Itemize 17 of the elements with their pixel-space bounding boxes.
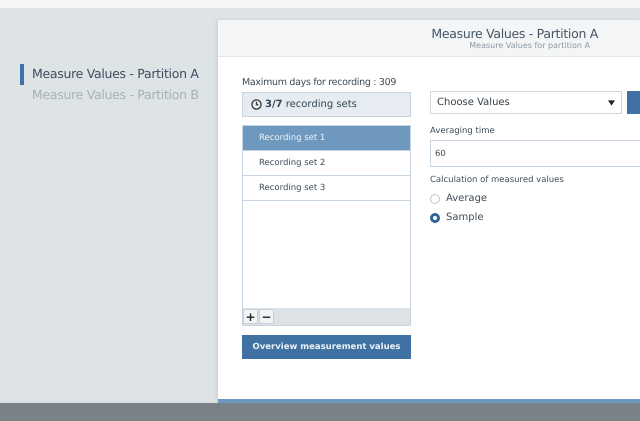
field-label: Calculation of measured values [430, 175, 565, 187]
field-label: Averaging time [430, 126, 496, 138]
summary-text: 3/7 recording sets [265, 99, 357, 110]
list-item[interactable]: Recording set 2 [243, 151, 410, 176]
panel-subtitle: Measure Values for partition A [468, 41, 590, 50]
max-days-label: Maximum days for recording : 309 [242, 77, 398, 90]
list-toolbar-button[interactable]: − [259, 309, 274, 324]
averaging-time-field[interactable]: 60 [430, 140, 640, 167]
list-toolbar-button[interactable]: + [243, 309, 258, 324]
list-item[interactable]: Recording set 3 [243, 176, 410, 201]
radio-option[interactable]: Sample [430, 208, 640, 227]
overview-button[interactable]: Overview measurement values [242, 335, 411, 359]
panel-title: Measure Values - Partition A [430, 26, 598, 41]
values-select[interactable]: Choose Values [430, 91, 622, 114]
caret-icon [608, 100, 615, 106]
clock-icon [251, 99, 262, 110]
radio-option[interactable]: Average [430, 189, 640, 208]
